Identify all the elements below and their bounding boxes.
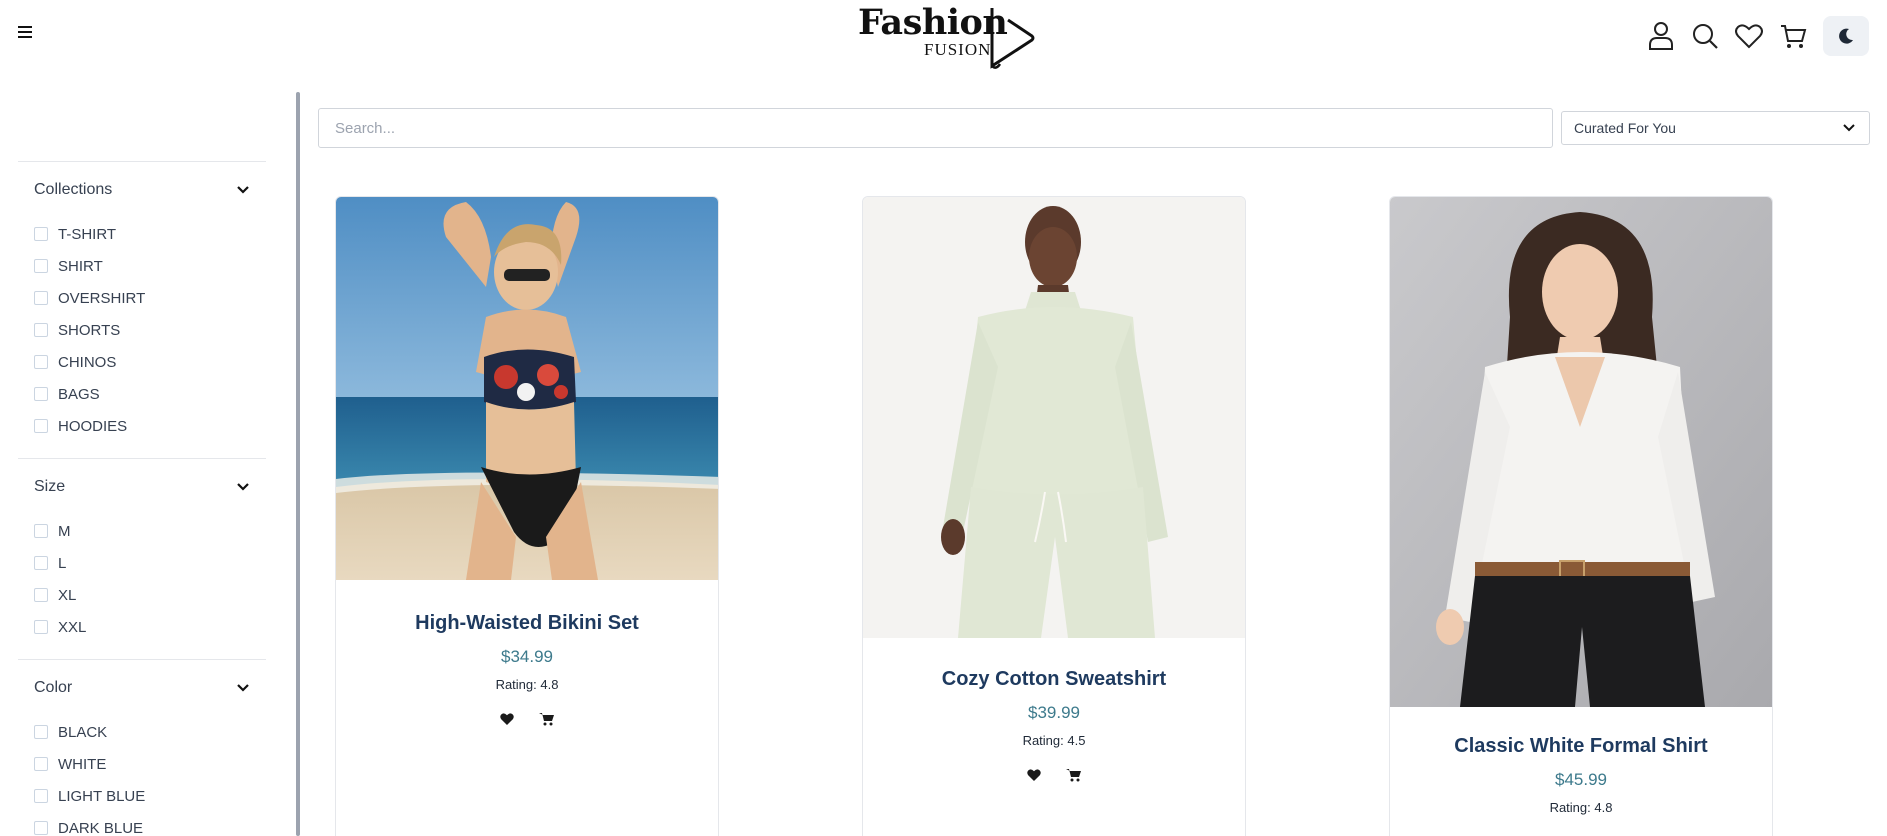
filter-label: T-SHIRT <box>58 225 117 243</box>
logo-main-text: Fashion <box>858 2 1008 43</box>
filter-option-overshirt[interactable]: OVERSHIRT <box>34 282 266 314</box>
product-image[interactable] <box>336 197 718 580</box>
filter-label: HOODIES <box>58 417 128 435</box>
product-image[interactable] <box>863 197 1245 638</box>
search-icon[interactable] <box>1683 16 1727 56</box>
checkbox[interactable] <box>34 227 48 241</box>
filter-option-light-blue[interactable]: LIGHT BLUE <box>34 780 266 812</box>
checkbox[interactable] <box>34 757 48 771</box>
chevron-down-icon <box>237 483 249 491</box>
checkbox[interactable] <box>34 387 48 401</box>
add-to-cart-icon[interactable] <box>538 710 556 728</box>
checkbox[interactable] <box>34 725 48 739</box>
filter-label: LIGHT BLUE <box>58 787 146 805</box>
header: Fashion FUSION <box>0 0 1887 72</box>
filter-option-shirt[interactable]: SHIRT <box>34 250 266 282</box>
hanger-icon <box>990 8 1035 69</box>
checkbox[interactable] <box>34 259 48 273</box>
filter-label: CHINOS <box>58 353 117 371</box>
chevron-down-icon <box>237 684 249 692</box>
wishlist-heart-icon[interactable] <box>498 710 516 728</box>
theme-toggle-button[interactable] <box>1823 16 1869 56</box>
filter-option-xxl[interactable]: XXL <box>34 611 266 643</box>
checkbox[interactable] <box>34 556 48 570</box>
filter-group-collections: Collections T-SHIRT SHIRT OVERSHIRT SHOR… <box>18 161 266 442</box>
product-price: $39.99 <box>1028 703 1080 722</box>
filter-label: L <box>58 554 67 572</box>
search-input[interactable] <box>318 108 1553 148</box>
product-title[interactable]: High-Waisted Bikini Set <box>336 580 718 635</box>
user-icon[interactable] <box>1639 16 1683 56</box>
filter-label: XXL <box>58 618 87 636</box>
sort-selected-value: Curated For You <box>1574 120 1676 136</box>
product-rating: Rating: 4.5 <box>1022 733 1086 748</box>
product-image[interactable] <box>1390 197 1772 707</box>
filter-label: BLACK <box>58 723 108 741</box>
filter-toggle-size[interactable]: Size <box>18 459 266 515</box>
header-icons <box>1639 16 1869 56</box>
checkbox[interactable] <box>34 821 48 835</box>
checkbox[interactable] <box>34 588 48 602</box>
product-price: $45.99 <box>1555 770 1607 789</box>
chevron-down-icon <box>237 186 249 194</box>
filter-label: XL <box>58 586 77 604</box>
product-title[interactable]: Classic White Formal Shirt <box>1390 703 1772 758</box>
filter-option-hoodies[interactable]: HOODIES <box>34 410 266 442</box>
checkbox[interactable] <box>34 789 48 803</box>
filter-title: Size <box>34 478 66 495</box>
product-card[interactable]: Cozy Cotton Sweatshirt $39.99 Rating: 4.… <box>862 196 1246 836</box>
product-title[interactable]: Cozy Cotton Sweatshirt <box>863 636 1245 691</box>
filter-option-chinos[interactable]: CHINOS <box>34 346 266 378</box>
filter-option-xl[interactable]: XL <box>34 579 266 611</box>
filter-label: SHIRT <box>58 257 103 275</box>
filter-option-t-shirt[interactable]: T-SHIRT <box>34 218 266 250</box>
add-to-cart-icon[interactable] <box>1065 766 1083 784</box>
filter-label: OVERSHIRT <box>58 289 146 307</box>
filter-option-shorts[interactable]: SHORTS <box>34 314 266 346</box>
filter-group-color: Color BLACK WHITE LIGHT BLUE DARK BLUE <box>18 659 266 836</box>
sidebar-scrollbar[interactable] <box>296 92 300 836</box>
filter-label: M <box>58 522 71 540</box>
filter-group-size: Size M L XL XXL <box>18 458 266 643</box>
moon-icon <box>1839 28 1853 44</box>
logo[interactable]: Fashion FUSION <box>858 2 1038 70</box>
filter-option-l[interactable]: L <box>34 547 266 579</box>
heart-icon[interactable] <box>1727 16 1771 56</box>
filter-toggle-collections[interactable]: Collections <box>18 162 266 218</box>
logo-sub-text: FUSION <box>924 40 992 59</box>
filter-label: DARK BLUE <box>58 819 144 836</box>
filter-title: Collections <box>34 181 113 198</box>
filter-option-white[interactable]: WHITE <box>34 748 266 780</box>
checkbox[interactable] <box>34 291 48 305</box>
checkbox[interactable] <box>34 524 48 538</box>
product-rating: Rating: 4.8 <box>1549 800 1613 815</box>
filter-option-m[interactable]: M <box>34 515 266 547</box>
sort-select[interactable]: Curated For You <box>1561 111 1870 145</box>
product-card[interactable]: Classic White Formal Shirt $45.99 Rating… <box>1389 196 1773 836</box>
filter-label: SHORTS <box>58 321 121 339</box>
cart-icon[interactable] <box>1771 16 1815 56</box>
product-price: $34.99 <box>501 647 553 666</box>
product-rating: Rating: 4.8 <box>495 677 559 692</box>
checkbox[interactable] <box>34 419 48 433</box>
filter-option-black[interactable]: BLACK <box>34 716 266 748</box>
filter-label: BAGS <box>58 385 100 403</box>
filter-option-bags[interactable]: BAGS <box>34 378 266 410</box>
product-card[interactable]: High-Waisted Bikini Set $34.99 Rating: 4… <box>335 196 719 836</box>
chevron-down-icon <box>1843 124 1855 132</box>
filter-option-dark-blue[interactable]: DARK BLUE <box>34 812 266 836</box>
filter-label: WHITE <box>58 755 107 773</box>
filter-toggle-color[interactable]: Color <box>18 660 266 716</box>
filter-title: Color <box>34 679 73 696</box>
wishlist-heart-icon[interactable] <box>1025 766 1043 784</box>
checkbox[interactable] <box>34 620 48 634</box>
menu-icon[interactable] <box>18 26 34 40</box>
checkbox[interactable] <box>34 323 48 337</box>
checkbox[interactable] <box>34 355 48 369</box>
